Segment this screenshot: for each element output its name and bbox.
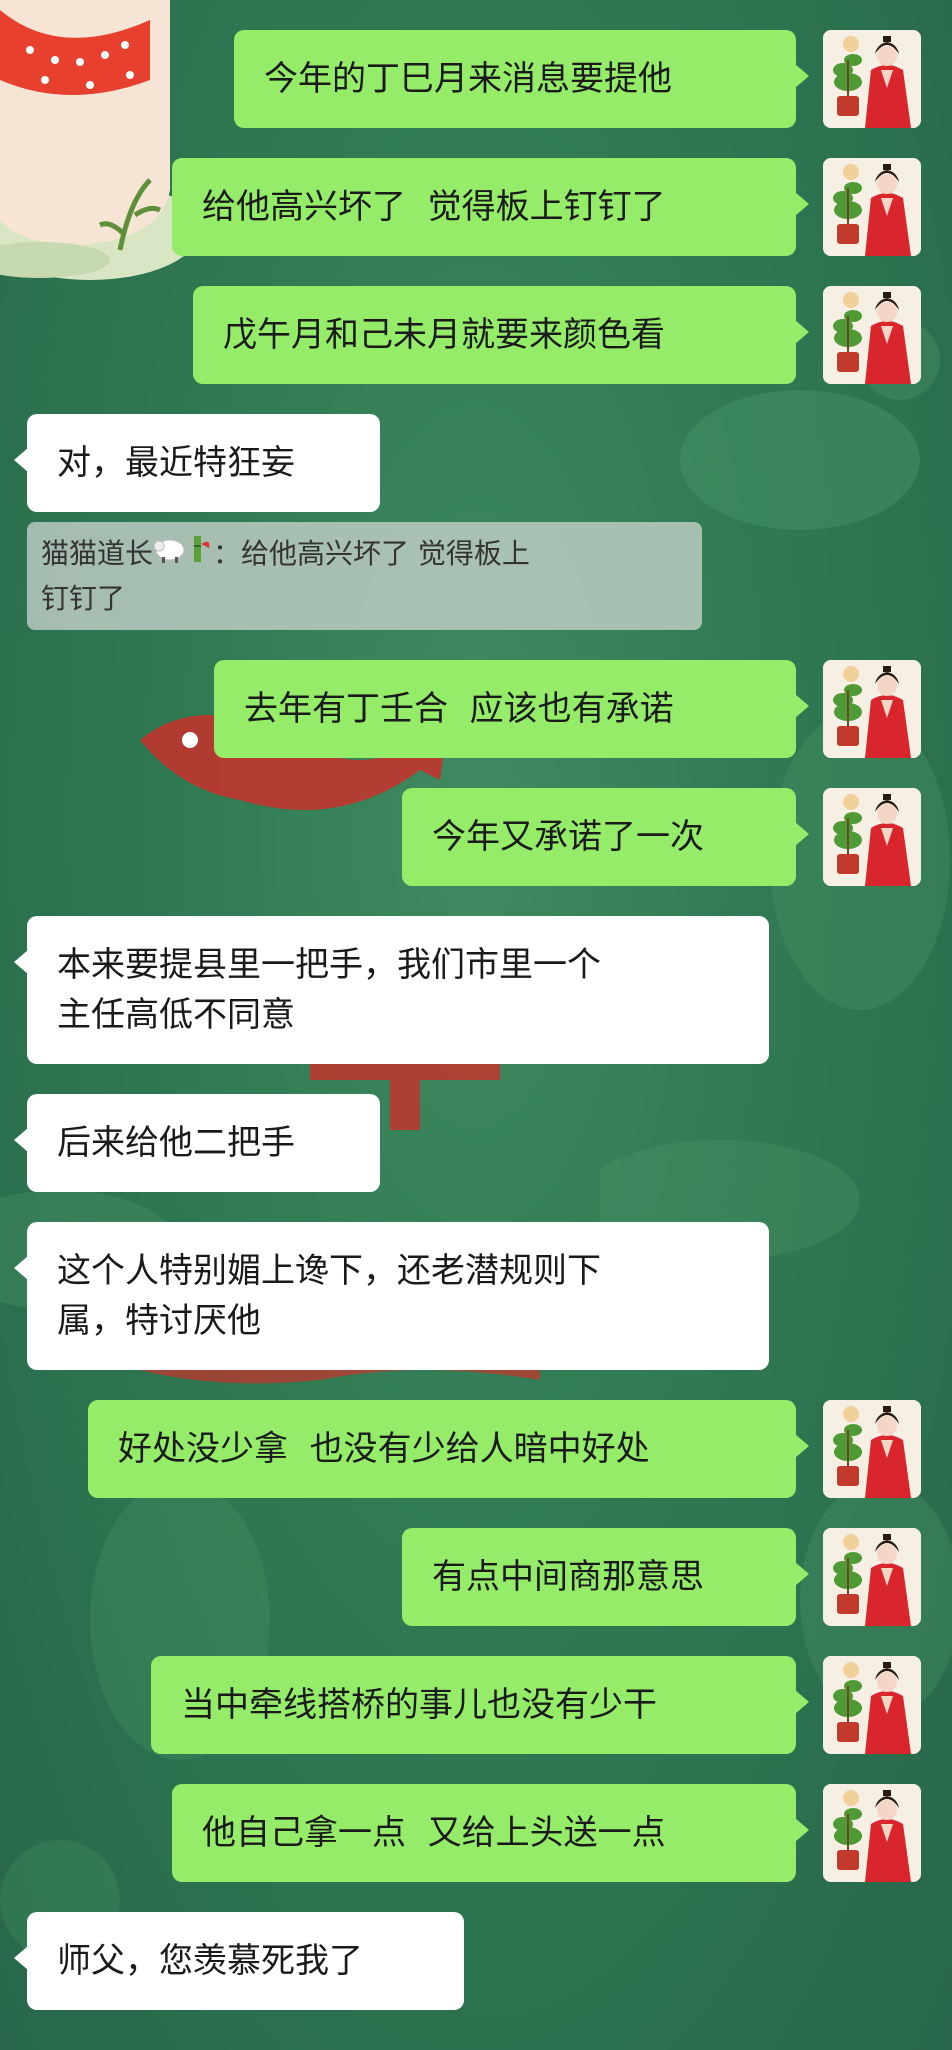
sender-avatar-icon[interactable] (823, 1784, 921, 1882)
sent-message-bubble[interactable]: 给他高兴坏了 觉得板上钉钉了 (172, 158, 809, 256)
sheep-emoji-icon (153, 533, 187, 577)
received-message-bubble[interactable]: 对，最近特狂妄 (14, 414, 380, 512)
quote-text-line1: 给他高兴坏了 觉得板上 (241, 537, 530, 570)
sender-avatar-icon[interactable] (823, 286, 921, 384)
bamboo-emoji-icon (187, 533, 213, 577)
sent-message-bubble[interactable]: 有点中间商那意思 (402, 1528, 809, 1626)
sender-avatar-icon[interactable] (823, 1528, 921, 1626)
quote-text-line2: 钉钉了 (41, 582, 126, 615)
received-message-bubble[interactable]: 师父，您羡慕死我了 (14, 1912, 464, 2010)
sender-avatar-icon[interactable] (823, 660, 921, 758)
quoted-reply[interactable]: 猫猫道长 ：给他高兴坏了 觉得板上钉钉了 (27, 522, 702, 630)
sent-message-bubble[interactable]: 去年有丁壬合 应该也有承诺 (214, 660, 809, 758)
message-list[interactable]: 今年的丁巳月来消息要提他 给他高兴坏了 觉得板上钉钉了 戊午月和己未月就要来颜色看对… (0, 0, 952, 2050)
sender-avatar-icon[interactable] (823, 1656, 921, 1754)
sent-message-bubble[interactable]: 戊午月和己未月就要来颜色看 (193, 286, 809, 384)
sent-message-bubble[interactable]: 他自己拿一点 又给上头送一点 (172, 1784, 809, 1882)
sender-avatar-icon[interactable] (823, 158, 921, 256)
sent-message-bubble[interactable]: 今年的丁巳月来消息要提他 (234, 30, 809, 128)
sent-message-bubble[interactable]: 当中牵线搭桥的事儿也没有少干 (151, 1656, 809, 1754)
received-message-bubble[interactable]: 这个人特别媚上谗下，还老潜规则下 属，特讨厌他 (14, 1222, 769, 1370)
sender-avatar-icon[interactable] (823, 788, 921, 886)
sender-avatar-icon[interactable] (823, 30, 921, 128)
received-message-bubble[interactable]: 后来给他二把手 (14, 1094, 380, 1192)
quote-separator: ： (213, 537, 242, 570)
received-message-bubble[interactable]: 本来要提县里一把手，我们市里一个 主任高低不同意 (14, 916, 769, 1064)
sender-avatar-icon[interactable] (823, 1400, 921, 1498)
sent-message-bubble[interactable]: 今年又承诺了一次 (402, 788, 809, 886)
sent-message-bubble[interactable]: 好处没少拿 也没有少给人暗中好处 (88, 1400, 809, 1498)
quote-sender-name: 猫猫道长 (41, 537, 154, 570)
